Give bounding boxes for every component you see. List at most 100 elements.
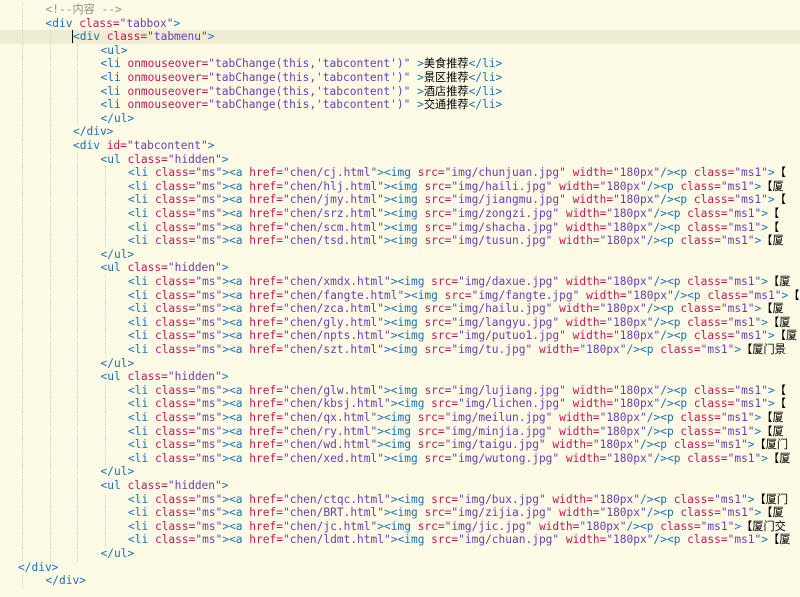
indent-guide (22, 179, 23, 194)
code-token: "chen/kbsj.html" (282, 397, 391, 411)
code-line[interactable]: <li class="ms"><a href="chen/qx.html"><i… (0, 411, 800, 425)
code-line[interactable]: <li class="ms"><a href="chen/xmdx.html">… (0, 275, 800, 289)
code-line[interactable]: <li class="ms"><a href="chen/wd.html"><i… (0, 438, 800, 452)
code-line[interactable]: </ul> (0, 356, 800, 371)
code-token: ><a (222, 234, 250, 248)
code-line[interactable]: <li onmouseover="tabChange(this,'tabcont… (0, 84, 800, 99)
code-line[interactable]: </div> (0, 125, 800, 139)
code-line[interactable]: <li class="ms"><a href="chen/xed.html"><… (0, 451, 800, 466)
code-token: "ms" (195, 234, 223, 248)
code-token: class= (154, 451, 196, 465)
code-line[interactable]: </ul> (0, 111, 800, 126)
code-token: "180px" (579, 519, 627, 533)
code-line[interactable]: <li class="ms"><a href="chen/kbsj.html">… (0, 397, 800, 411)
code-token: src= (424, 234, 452, 248)
code-line[interactable]: <li class="ms"><a href="chen/tsd.html"><… (0, 234, 800, 248)
code-line[interactable]: </div> (0, 574, 800, 588)
code-token: /><p (660, 193, 694, 207)
code-token: ><img (384, 234, 425, 248)
code-token: class= (154, 506, 196, 520)
code-line[interactable]: <li class="ms"><a href="chen/cj.html"><i… (0, 166, 800, 180)
code-token: "hidden" (167, 479, 222, 492)
code-token: class= (127, 370, 168, 384)
code-line[interactable]: <ul class="hidden"> (0, 479, 800, 493)
code-line[interactable]: <li onmouseover="tabChange(this,'tabcont… (0, 71, 800, 85)
code-line[interactable]: <li class="ms"><a href="chen/ry.html"><i… (0, 424, 800, 439)
code-line[interactable]: <li class="ms"><a href="chen/ldmt.html">… (0, 533, 800, 547)
code-token: "180px" (599, 424, 647, 438)
code-token: 【 (788, 288, 800, 302)
indent-guide (22, 465, 23, 479)
code-token: "ms1" (727, 207, 762, 220)
code-token: "ms1" (720, 302, 755, 316)
code-token: src= (431, 492, 459, 506)
code-line[interactable]: <li class="ms"><a href="chen/zca.html"><… (0, 302, 800, 316)
code-line[interactable]: <li class="ms"><a href="chen/glw.html"><… (0, 383, 800, 398)
code-line[interactable]: <li onmouseover="tabChange(this,'tabcont… (0, 98, 800, 112)
code-token: "chen/ry.html" (282, 424, 378, 438)
code-line[interactable]: <li class="ms"><a href="chen/jc.html"><i… (0, 519, 800, 534)
code-text: <li class="ms"><a href="chen/kbsj.html">… (128, 397, 786, 411)
code-token: href= (249, 288, 283, 302)
code-line[interactable]: <li class="ms"><a href="chen/BRT.html"><… (0, 506, 800, 520)
code-line[interactable]: <li onmouseover="tabChange(this,'tabcont… (0, 57, 800, 71)
indent-guide (49, 84, 51, 99)
indent-guide (22, 302, 23, 316)
code-token: "ms" (195, 506, 223, 520)
code-line[interactable]: <li class="ms"><a href="chen/srz.html"><… (0, 207, 800, 221)
code-line[interactable]: <div class="tabbox"> (0, 16, 800, 31)
code-line[interactable]: <ul class="hidden"> (0, 370, 800, 384)
code-token: "chen/ldmt.html" (282, 533, 391, 547)
code-token: <!--内容 --> (45, 3, 122, 16)
code-token: class= (154, 424, 196, 438)
code-text: <li class="ms"><a href="chen/ldmt.html">… (128, 533, 790, 547)
indent-guide (22, 479, 23, 493)
code-token: "ms" (195, 315, 223, 329)
code-line[interactable]: <li class="ms"><a href="chen/szt.html"><… (0, 343, 800, 357)
code-token: 【 (768, 220, 780, 234)
code-token: width= (545, 438, 593, 452)
code-line[interactable]: <div id="tabcontent"> (0, 139, 800, 153)
code-editor[interactable]: <!--内容 --> <div class="tabbox"> <div class… (0, 0, 800, 597)
code-line[interactable]: <li class="ms"><a href="chen/gly.html"><… (0, 315, 800, 330)
code-line[interactable]: <li class="ms"><a href="chen/jmy.html"><… (0, 193, 800, 207)
indent-guide (49, 451, 51, 466)
code-token: > (410, 84, 424, 98)
code-token: ><a (222, 533, 250, 547)
code-line[interactable]: <li class="ms"><a href="chen/hlj.html"><… (0, 179, 800, 194)
code-token: class= (154, 438, 196, 452)
code-token: "ms" (195, 397, 223, 411)
code-token: "ms1" (734, 329, 769, 343)
code-line[interactable]: <!--内容 --> (0, 3, 800, 17)
code-line[interactable]: <li class="ms"><a href="chen/fangte.html… (0, 288, 800, 303)
code-line[interactable]: <li class="ms"><a href="chen/npts.html">… (0, 329, 800, 343)
code-line[interactable]: <ul class="hidden"> (0, 152, 800, 167)
code-line[interactable]: <ul> (0, 43, 800, 58)
code-token: 【 (774, 397, 786, 411)
code-line[interactable]: </ul> (0, 547, 800, 561)
code-token: ><img (390, 397, 432, 411)
code-token: class= (127, 479, 168, 492)
code-line[interactable]: <div class="tabmenu"> (0, 30, 800, 44)
code-token: > (221, 370, 229, 384)
indent-guide (49, 506, 51, 520)
indent-guide (22, 288, 23, 303)
code-token: 【厦 (768, 533, 791, 547)
indent-guide (77, 370, 78, 384)
code-line[interactable]: <li class="ms"><a href="chen/ctqc.html">… (0, 492, 800, 507)
indent-guide (22, 574, 23, 588)
indent-guide (104, 383, 106, 398)
code-token: "chen/BRT.html" (282, 506, 385, 520)
code-token: 【厦门 (754, 492, 789, 506)
code-token: href= (249, 533, 283, 547)
code-line[interactable]: </ul> (0, 247, 800, 262)
code-line[interactable]: <li class="ms"><a href="chen/scm.html"><… (0, 220, 800, 235)
indent-guide (77, 424, 78, 439)
code-line[interactable]: <ul class="hidden"> (0, 261, 800, 275)
code-token: class= (154, 193, 196, 207)
code-token: > (768, 193, 775, 207)
code-token: class= (79, 16, 120, 30)
code-line[interactable]: </div> (0, 561, 800, 575)
indent-guide (77, 356, 78, 371)
code-line[interactable]: </ul> (0, 465, 800, 479)
